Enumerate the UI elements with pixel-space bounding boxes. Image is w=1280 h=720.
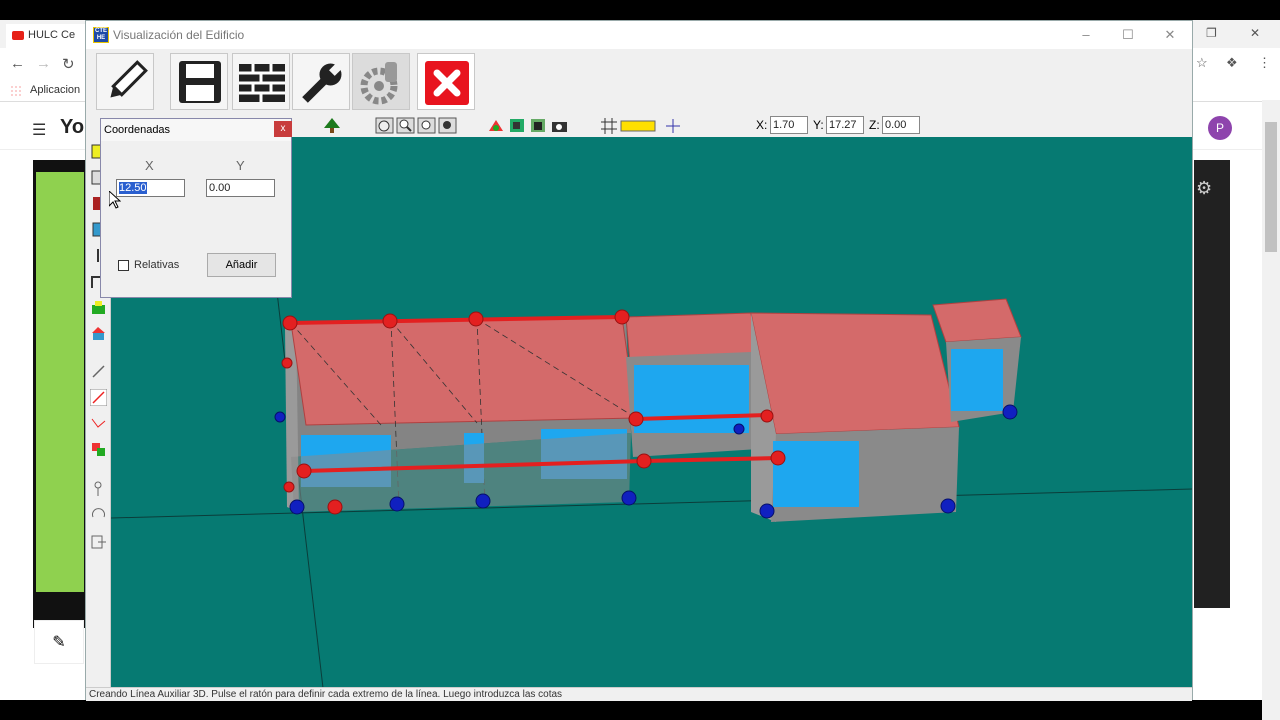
polyline-icon[interactable] [90, 415, 107, 432]
move-element-icon[interactable] [90, 441, 107, 458]
reload-icon[interactable]: ↻ [62, 55, 75, 73]
coord-z-label: Z: [869, 118, 880, 132]
rotate-view-icon[interactable] [438, 117, 457, 134]
view-front-icon[interactable] [487, 117, 506, 134]
rotate-icon[interactable] [90, 507, 107, 524]
browser-tab-label: HULC Ce [28, 29, 76, 41]
window-title: Visualización del Edificio [113, 28, 245, 42]
view-side-icon[interactable] [529, 117, 548, 134]
coord-z-field[interactable]: 0.00 [882, 116, 920, 134]
hamburger-menu-icon[interactable]: ☰ [32, 120, 46, 140]
pencil-icon [110, 60, 148, 98]
ground-line-x [111, 488, 1192, 519]
close-icon [425, 61, 469, 105]
coord-x-field[interactable]: 1.70 [770, 116, 808, 134]
floppy-disk-icon [179, 61, 221, 103]
close-view-button[interactable] [417, 53, 475, 110]
minimize-button[interactable]: – [1066, 24, 1106, 46]
forward-icon[interactable]: → [36, 55, 51, 72]
coord-x-label: X: [756, 118, 768, 132]
far-block-roof [932, 298, 1022, 343]
browser-menu-icon[interactable]: ⋮ [1258, 55, 1271, 71]
side-panel: ⚙ [1194, 160, 1230, 608]
coord-y-label: Y: [813, 118, 824, 132]
youtube-icon [12, 31, 24, 40]
save-button[interactable] [170, 53, 228, 110]
scroll-thumb[interactable] [1265, 122, 1277, 252]
pan-hand-icon[interactable] [375, 117, 394, 134]
line-3d-icon[interactable] [90, 363, 107, 380]
back-icon[interactable]: ← [10, 55, 25, 72]
video-frame [36, 172, 84, 592]
add-button[interactable]: Añadir [207, 253, 276, 277]
restore-icon[interactable]: ❐ [1206, 26, 1217, 40]
window-pane-4 [634, 365, 749, 433]
relativas-label: Relativas [134, 259, 180, 271]
dialog-title: Coordenadas [101, 119, 291, 141]
edit-pencil-button[interactable] [96, 53, 154, 110]
dialog-close-button[interactable]: x [274, 121, 292, 137]
export-icon[interactable] [90, 533, 107, 550]
x-column-header: X [145, 158, 154, 173]
edit-pencil-icon[interactable]: ✎ [34, 620, 84, 664]
person-icon[interactable] [90, 481, 107, 498]
y-column-header: Y [236, 158, 245, 173]
window-close-button[interactable]: ✕ [1150, 24, 1190, 46]
tree-icon[interactable] [323, 117, 342, 134]
relativas-checkbox[interactable] [118, 260, 129, 271]
house-icon[interactable] [90, 325, 107, 342]
mouse-cursor-icon [109, 191, 121, 209]
camera-icon[interactable] [550, 117, 569, 134]
apps-icon[interactable] [10, 85, 22, 97]
page-scrollbar[interactable] [1262, 100, 1280, 720]
extension-icon[interactable]: ❖ [1226, 55, 1238, 71]
bookmark-star-icon[interactable]: ☆ [1196, 55, 1208, 71]
brick-wall-icon [239, 64, 285, 102]
screen: HULC Ce ❐ ✕ ← → ↻ ☆ ❖ ⋮ Aplicacion ☰ You… [0, 0, 1280, 720]
x-input[interactable]: 12.50 [116, 179, 185, 197]
ruler-icon[interactable] [620, 117, 656, 134]
zoom-in-icon[interactable] [396, 117, 415, 134]
settings-button[interactable] [352, 53, 410, 110]
main-toolbar [86, 49, 1192, 113]
right-block-roof [750, 312, 960, 435]
axis-cross-icon[interactable] [664, 117, 683, 134]
zoom-window-icon[interactable] [417, 117, 436, 134]
grid-snap-icon[interactable] [599, 117, 618, 134]
browser-tab[interactable]: HULC Ce [6, 24, 92, 48]
view-top-icon[interactable] [508, 117, 527, 134]
tools-button[interactable] [292, 53, 350, 110]
settings-gear-icon[interactable]: ⚙ [1196, 178, 1212, 199]
x-input-value: 12.50 [119, 182, 147, 194]
app-icon: CTE HE [93, 27, 109, 43]
titlebar: CTE HE Visualización del Edificio – ☐ ✕ [86, 21, 1192, 49]
apps-bookmark[interactable]: Aplicacion [30, 84, 80, 96]
gear-icon [360, 62, 398, 105]
browser-close-icon[interactable]: ✕ [1250, 26, 1260, 40]
wall-construction-button[interactable] [232, 53, 290, 110]
left-block-roof [290, 316, 637, 426]
wrench-icon [302, 61, 344, 103]
y-input[interactable]: 0.00 [206, 179, 275, 197]
coordinates-dialog: Coordenadas x X Y 12.50 0.00 Relativas A… [100, 118, 292, 298]
avatar[interactable]: P [1208, 116, 1232, 140]
tree-shade-icon[interactable] [90, 299, 107, 316]
window-pane-6 [951, 349, 1003, 411]
coord-y-field[interactable]: 17.27 [826, 116, 864, 134]
window-pane-5 [773, 441, 859, 507]
maximize-button[interactable]: ☐ [1108, 24, 1148, 46]
auxiliary-line-icon[interactable] [90, 389, 107, 406]
status-bar: Creando Línea Auxiliar 3D. Pulse el rató… [86, 687, 1192, 701]
